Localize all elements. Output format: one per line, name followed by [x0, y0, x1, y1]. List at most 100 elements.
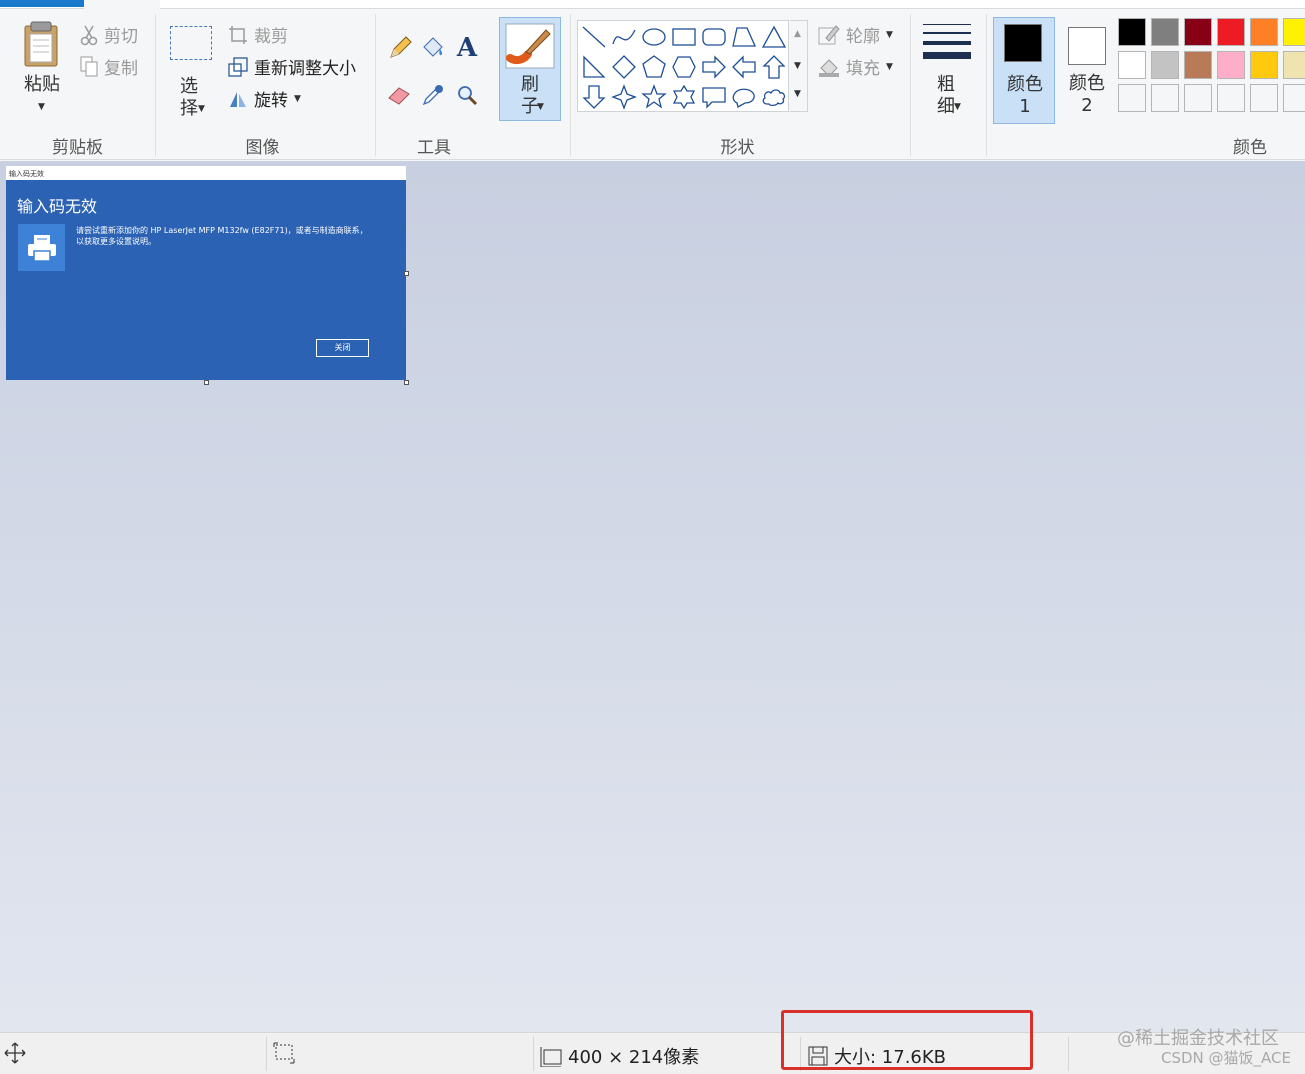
chevron-up-icon[interactable]: ▲	[794, 29, 801, 39]
crop-icon	[229, 25, 247, 44]
watermark-csdn: CSDN @猫饭_ACE	[1161, 1049, 1291, 1067]
left-arrow-shape-icon[interactable]	[731, 54, 757, 80]
palette-color-swatch[interactable]	[1217, 51, 1245, 79]
outline-label: 轮廓	[846, 27, 880, 47]
palette-color-swatch[interactable]	[1184, 51, 1212, 79]
resize-handle-right[interactable]	[404, 271, 409, 276]
diamond-shape-icon[interactable]	[611, 54, 637, 80]
palette-color-swatch[interactable]	[1118, 51, 1146, 79]
size-button[interactable]: 粗细 ▼	[918, 18, 974, 122]
error-dialog: 输入码无效 请尝试重新添加你的 HP LaserJet MFP M132fw (…	[6, 180, 406, 380]
divider	[266, 1037, 267, 1071]
hexagon-shape-icon[interactable]	[671, 54, 697, 80]
scissors-icon	[80, 25, 98, 45]
colors-group-label: 颜色	[1233, 138, 1267, 158]
five-point-star-shape-icon[interactable]	[641, 84, 667, 110]
chevron-down-icon: ▼	[886, 29, 893, 40]
color2-swatch	[1068, 27, 1106, 65]
chevron-down-icon: ▼	[198, 104, 205, 114]
more-icon[interactable]: ▼	[794, 89, 801, 99]
divider	[1068, 1037, 1069, 1071]
triangle-shape-icon[interactable]	[761, 24, 787, 50]
down-arrow-shape-icon[interactable]	[581, 84, 607, 110]
line-shape-icon[interactable]	[581, 24, 607, 50]
text-tool-icon[interactable]: A	[454, 33, 480, 63]
dimensions-text: 400 × 214像素	[568, 1047, 700, 1068]
palette-empty-swatch[interactable]	[1217, 84, 1245, 112]
six-point-star-shape-icon[interactable]	[671, 84, 697, 110]
chevron-down-icon: ▼	[954, 102, 961, 112]
palette-color-swatch[interactable]	[1151, 51, 1179, 79]
cloud-callout-shape-icon[interactable]	[761, 84, 787, 110]
pencil-icon[interactable]	[387, 35, 413, 61]
palette-color-swatch[interactable]	[1184, 18, 1212, 46]
cut-button[interactable]: 剪切	[80, 22, 138, 47]
chevron-down-icon: ▼	[294, 93, 301, 104]
fill-label: 填充	[846, 59, 880, 79]
resize-label: 重新调整大小	[254, 59, 356, 79]
chevron-down-icon[interactable]: ▼	[794, 61, 801, 71]
paste-button[interactable]: 粘贴 ▼	[14, 18, 70, 118]
oval-callout-shape-icon[interactable]	[731, 84, 757, 110]
up-arrow-shape-icon[interactable]	[761, 54, 787, 80]
tools-group-label: 工具	[417, 138, 451, 158]
dialog-message: 请尝试重新添加你的 HP LaserJet MFP M132fw (E82F71…	[76, 225, 396, 247]
select-button[interactable]: 选择 ▼	[166, 20, 216, 120]
palette-color-swatch[interactable]	[1250, 18, 1278, 46]
color1-button[interactable]: 颜色 1	[993, 17, 1055, 124]
color2-button[interactable]: 颜色 2	[1060, 17, 1114, 124]
divider	[155, 14, 156, 156]
right-triangle-shape-icon[interactable]	[581, 54, 607, 80]
fill-icon	[819, 58, 839, 77]
palette-empty-swatch[interactable]	[1283, 84, 1305, 112]
palette-empty-swatch[interactable]	[1151, 84, 1179, 112]
tab-file[interactable]	[0, 0, 84, 7]
shapes-scrollbar[interactable]: ▲ ▼ ▼	[790, 20, 808, 112]
fill-button[interactable]: 填充 ▼	[818, 54, 893, 79]
palette-color-swatch[interactable]	[1283, 18, 1305, 46]
rect-callout-shape-icon[interactable]	[701, 84, 727, 110]
brushes-button[interactable]: 刷子 ▼	[499, 17, 561, 121]
color2-label: 颜色 2	[1069, 73, 1105, 116]
color-picker-icon[interactable]	[420, 82, 446, 108]
curve-shape-icon[interactable]	[611, 24, 637, 50]
canvas-workspace: 输入码无效 输入码无效 请尝试重新添加你的 HP LaserJet MFP M1…	[0, 161, 1305, 1032]
chevron-down-icon: ▼	[537, 102, 544, 112]
rounded-rectangle-shape-icon[interactable]	[701, 24, 727, 50]
selection-size-icon	[273, 1042, 295, 1064]
rectangle-shape-icon[interactable]	[671, 24, 697, 50]
crop-button[interactable]: 裁剪	[228, 22, 288, 47]
resize-handle-bottom[interactable]	[204, 380, 209, 385]
palette-color-swatch[interactable]	[1283, 51, 1305, 79]
right-arrow-shape-icon[interactable]	[701, 54, 727, 80]
oval-shape-icon[interactable]	[641, 24, 667, 50]
four-point-star-shape-icon[interactable]	[611, 84, 637, 110]
palette-color-swatch[interactable]	[1250, 51, 1278, 79]
message-line: 请尝试重新添加你的 HP LaserJet MFP M132fw (E82F71…	[76, 226, 368, 235]
palette-empty-swatch[interactable]	[1118, 84, 1146, 112]
outline-button[interactable]: 轮廓 ▼	[818, 22, 893, 47]
magnifier-icon[interactable]	[454, 82, 480, 108]
rotate-button[interactable]: 旋转 ▼	[228, 86, 301, 111]
resize-handle-corner[interactable]	[404, 380, 409, 385]
palette-empty-swatch[interactable]	[1250, 84, 1278, 112]
polygon-shape-icon[interactable]	[731, 24, 757, 50]
clipboard-group-label: 剪贴板	[52, 138, 103, 158]
fill-bucket-icon[interactable]	[420, 35, 446, 61]
palette-empty-swatch[interactable]	[1184, 84, 1212, 112]
move-cursor-icon	[4, 1042, 26, 1064]
palette-color-swatch[interactable]	[1217, 18, 1245, 46]
palette-color-swatch[interactable]	[1151, 18, 1179, 46]
chevron-down-icon: ▼	[886, 61, 893, 72]
eraser-icon[interactable]	[387, 82, 413, 108]
pentagon-shape-icon[interactable]	[641, 54, 667, 80]
copy-label: 复制	[104, 59, 138, 79]
color1-swatch	[1004, 24, 1042, 62]
window-title: 输入码无效	[6, 166, 406, 180]
resize-button[interactable]: 重新调整大小	[228, 54, 356, 79]
tab-home[interactable]	[84, 0, 160, 9]
copy-button[interactable]: 复制	[80, 54, 138, 79]
image-canvas[interactable]: 输入码无效 输入码无效 请尝试重新添加你的 HP LaserJet MFP M1…	[6, 166, 406, 380]
palette-color-swatch[interactable]	[1118, 18, 1146, 46]
tab-strip	[0, 0, 1305, 9]
